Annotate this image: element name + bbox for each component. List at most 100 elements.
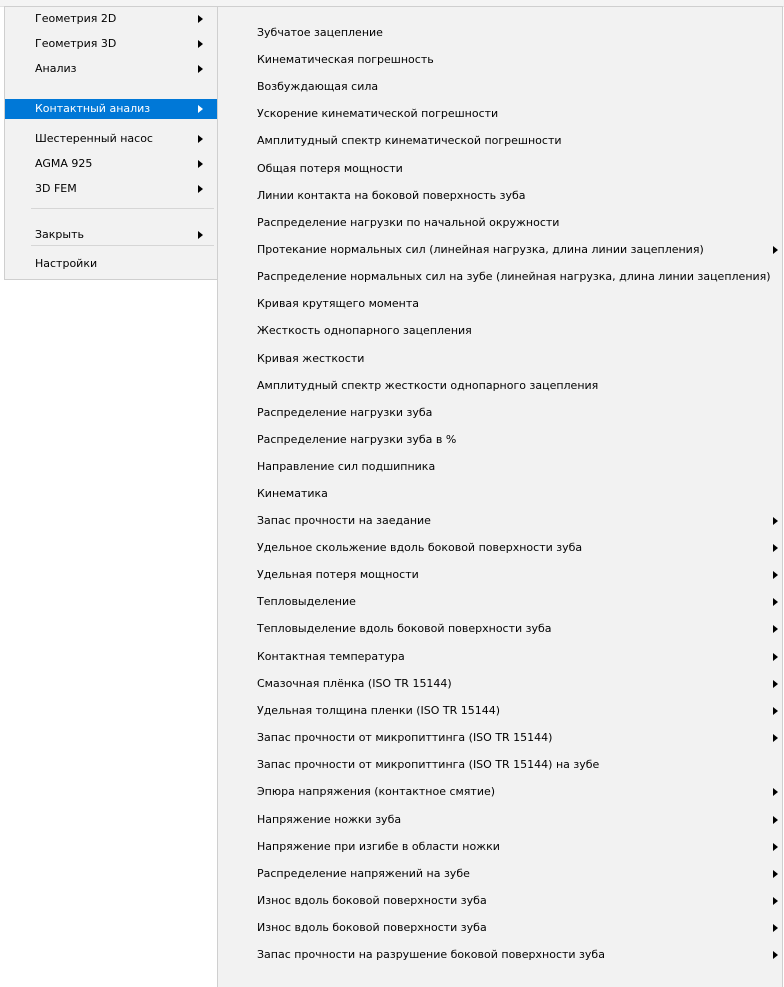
submenu-arrow-icon bbox=[773, 652, 778, 661]
menu-item-geometry-3d[interactable]: Геометрия 3D bbox=[5, 34, 218, 54]
submenu-item[interactable]: Жесткость однопарного зацепления bbox=[218, 318, 782, 343]
submenu-arrow-icon bbox=[773, 706, 778, 715]
submenu-arrow-icon bbox=[198, 105, 203, 113]
submenu-item-label: Запас прочности от микропиттинга (ISO TR… bbox=[257, 758, 600, 771]
submenu-item-label: Амплитудный спектр кинематической погреш… bbox=[257, 134, 562, 147]
submenu-item[interactable]: Кривая жесткости bbox=[218, 346, 782, 371]
submenu-item-label: Протекание нормальных сил (линейная нагр… bbox=[257, 243, 704, 256]
submenu-item-label: Кинематика bbox=[257, 487, 328, 500]
submenu-item[interactable]: Ускорение кинематической погрешности bbox=[218, 101, 782, 126]
submenu-item[interactable]: Тепловыделение вдоль боковой поверхности… bbox=[218, 616, 782, 641]
submenu-arrow-icon bbox=[198, 160, 203, 168]
submenu-arrow-icon bbox=[773, 679, 778, 688]
submenu-item-label: Зубчатое зацепление bbox=[257, 26, 383, 39]
menu-item-label: 3D FEM bbox=[35, 182, 77, 195]
submenu-item[interactable]: Удельная толщина пленки (ISO TR 15144) bbox=[218, 698, 782, 723]
menu-item-analysis[interactable]: Анализ bbox=[5, 59, 218, 79]
submenu-arrow-icon bbox=[198, 135, 203, 143]
menu-item-settings[interactable]: Настройки bbox=[5, 254, 218, 274]
submenu-item[interactable]: Амплитудный спектр кинематической погреш… bbox=[218, 128, 782, 153]
submenu-item[interactable]: Кривая крутящего момента bbox=[218, 291, 782, 316]
submenu-item-label: Распределение нагрузки зуба в % bbox=[257, 433, 457, 446]
submenu-arrow-icon bbox=[773, 597, 778, 606]
submenu-arrow-icon bbox=[198, 15, 203, 23]
submenu-arrow-icon bbox=[773, 950, 778, 959]
submenu-item[interactable]: Распределение нагрузки по начальной окру… bbox=[218, 210, 782, 235]
submenu-arrow-icon bbox=[773, 815, 778, 824]
submenu-item-label: Тепловыделение bbox=[257, 595, 356, 608]
submenu-item-label: Контактная температура bbox=[257, 650, 405, 663]
submenu-item-label: Напряжение при изгибе в области ножки bbox=[257, 840, 500, 853]
submenu-item[interactable]: Смазочная плёнка (ISO TR 15144) bbox=[218, 671, 782, 696]
submenu-item-label: Распределение нагрузки по начальной окру… bbox=[257, 216, 560, 229]
submenu-item[interactable]: Запас прочности от микропиттинга (ISO TR… bbox=[218, 752, 782, 777]
submenu-arrow-icon bbox=[773, 896, 778, 905]
menu-item-geometry-2d[interactable]: Геометрия 2D bbox=[5, 9, 218, 29]
contact-analysis-submenu: Зубчатое зацепление Кинематическая погре… bbox=[217, 6, 783, 987]
submenu-item[interactable]: Запас прочности от микропиттинга (ISO TR… bbox=[218, 725, 782, 750]
submenu-item-label: Жесткость однопарного зацепления bbox=[257, 324, 472, 337]
submenu-item[interactable]: Направление сил подшипника bbox=[218, 454, 782, 479]
submenu-item[interactable]: Линии контакта на боковой поверхность зу… bbox=[218, 183, 782, 208]
menu-item-label: AGMA 925 bbox=[35, 157, 93, 170]
submenu-item[interactable]: Эпюра напряжения (контактное смятие) bbox=[218, 779, 782, 804]
menu-item-contact-analysis[interactable]: Контактный анализ bbox=[5, 99, 218, 119]
submenu-item-label: Ускорение кинематической погрешности bbox=[257, 107, 499, 120]
submenu-item[interactable]: Распределение нормальных сил на зубе (ли… bbox=[218, 264, 782, 289]
submenu-arrow-icon bbox=[198, 231, 203, 239]
menu-item-gear-pump[interactable]: Шестеренный насос bbox=[5, 129, 218, 149]
submenu-item[interactable]: Контактная температура bbox=[218, 644, 782, 669]
submenu-arrow-icon bbox=[198, 185, 203, 193]
submenu-item[interactable]: Общая потеря мощности bbox=[218, 156, 782, 181]
submenu-item[interactable]: Удельная потеря мощности bbox=[218, 562, 782, 587]
submenu-item-label: Напряжение ножки зуба bbox=[257, 813, 402, 826]
submenu-item[interactable]: Возбуждающая сила bbox=[218, 74, 782, 99]
submenu-item-label: Распределение нормальных сил на зубе (ли… bbox=[257, 270, 771, 283]
submenu-item-label: Смазочная плёнка (ISO TR 15144) bbox=[257, 677, 452, 690]
submenu-item-label: Направление сил подшипника bbox=[257, 460, 436, 473]
submenu-item[interactable]: Напряжение при изгибе в области ножки bbox=[218, 834, 782, 859]
submenu-arrow-icon bbox=[773, 570, 778, 579]
menu-item-label: Шестеренный насос bbox=[35, 132, 153, 145]
submenu-item-label: Кривая крутящего момента bbox=[257, 297, 420, 310]
submenu-arrow-icon bbox=[773, 869, 778, 878]
submenu-arrow-icon bbox=[773, 516, 778, 525]
submenu-item[interactable]: Износ вдоль боковой поверхности зуба bbox=[218, 915, 782, 940]
submenu-item[interactable]: Распределение нагрузки зуба bbox=[218, 400, 782, 425]
submenu-arrow-icon bbox=[198, 40, 203, 48]
submenu-item-label: Удельное скольжение вдоль боковой поверх… bbox=[257, 541, 583, 554]
submenu-item-label: Удельная потеря мощности bbox=[257, 568, 419, 581]
submenu-item-label: Кривая жесткости bbox=[257, 352, 365, 365]
submenu-item[interactable]: Амплитудный спектр жесткости однопарного… bbox=[218, 373, 782, 398]
submenu-arrow-icon bbox=[773, 245, 778, 254]
submenu-item[interactable]: Зубчатое зацепление bbox=[218, 20, 782, 45]
submenu-item-label: Запас прочности на разрушение боковой по… bbox=[257, 948, 605, 961]
submenu-item[interactable]: Запас прочности на разрушение боковой по… bbox=[218, 942, 782, 967]
submenu-item-label: Кинематическая погрешность bbox=[257, 53, 434, 66]
menu-item-3d-fem[interactable]: 3D FEM bbox=[5, 179, 218, 199]
submenu-arrow-icon bbox=[773, 923, 778, 932]
submenu-item[interactable]: Тепловыделение bbox=[218, 589, 782, 614]
submenu-item-label: Общая потеря мощности bbox=[257, 162, 403, 175]
submenu-item-label: Удельная толщина пленки (ISO TR 15144) bbox=[257, 704, 501, 717]
submenu-arrow-icon bbox=[773, 842, 778, 851]
main-menu-lower: Настройки bbox=[4, 240, 218, 280]
menu-item-label: Контактный анализ bbox=[35, 102, 151, 115]
submenu-item[interactable]: Запас прочности на заедание bbox=[218, 508, 782, 533]
submenu-item-label: Распределение нагрузки зуба bbox=[257, 406, 433, 419]
submenu-item[interactable]: Протекание нормальных сил (линейная нагр… bbox=[218, 237, 782, 262]
submenu-item[interactable]: Износ вдоль боковой поверхности зуба bbox=[218, 888, 782, 913]
submenu-item-label: Запас прочности от микропиттинга (ISO TR… bbox=[257, 731, 553, 744]
submenu-item-label: Износ вдоль боковой поверхности зуба bbox=[257, 894, 487, 907]
submenu-item[interactable]: Распределение нагрузки зуба в % bbox=[218, 427, 782, 452]
submenu-item[interactable]: Кинематика bbox=[218, 481, 782, 506]
submenu-item[interactable]: Кинематическая погрешность bbox=[218, 47, 782, 72]
menu-item-agma-925[interactable]: AGMA 925 bbox=[5, 154, 218, 174]
submenu-item-label: Износ вдоль боковой поверхности зуба bbox=[257, 921, 487, 934]
submenu-item[interactable]: Удельное скольжение вдоль боковой поверх… bbox=[218, 535, 782, 560]
submenu-item[interactable]: Напряжение ножки зуба bbox=[218, 807, 782, 832]
submenu-item-label: Амплитудный спектр жесткости однопарного… bbox=[257, 379, 599, 392]
menu-separator bbox=[31, 245, 214, 246]
submenu-item[interactable]: Распределение напряжений на зубе bbox=[218, 861, 782, 886]
submenu-item-label: Возбуждающая сила bbox=[257, 80, 379, 93]
